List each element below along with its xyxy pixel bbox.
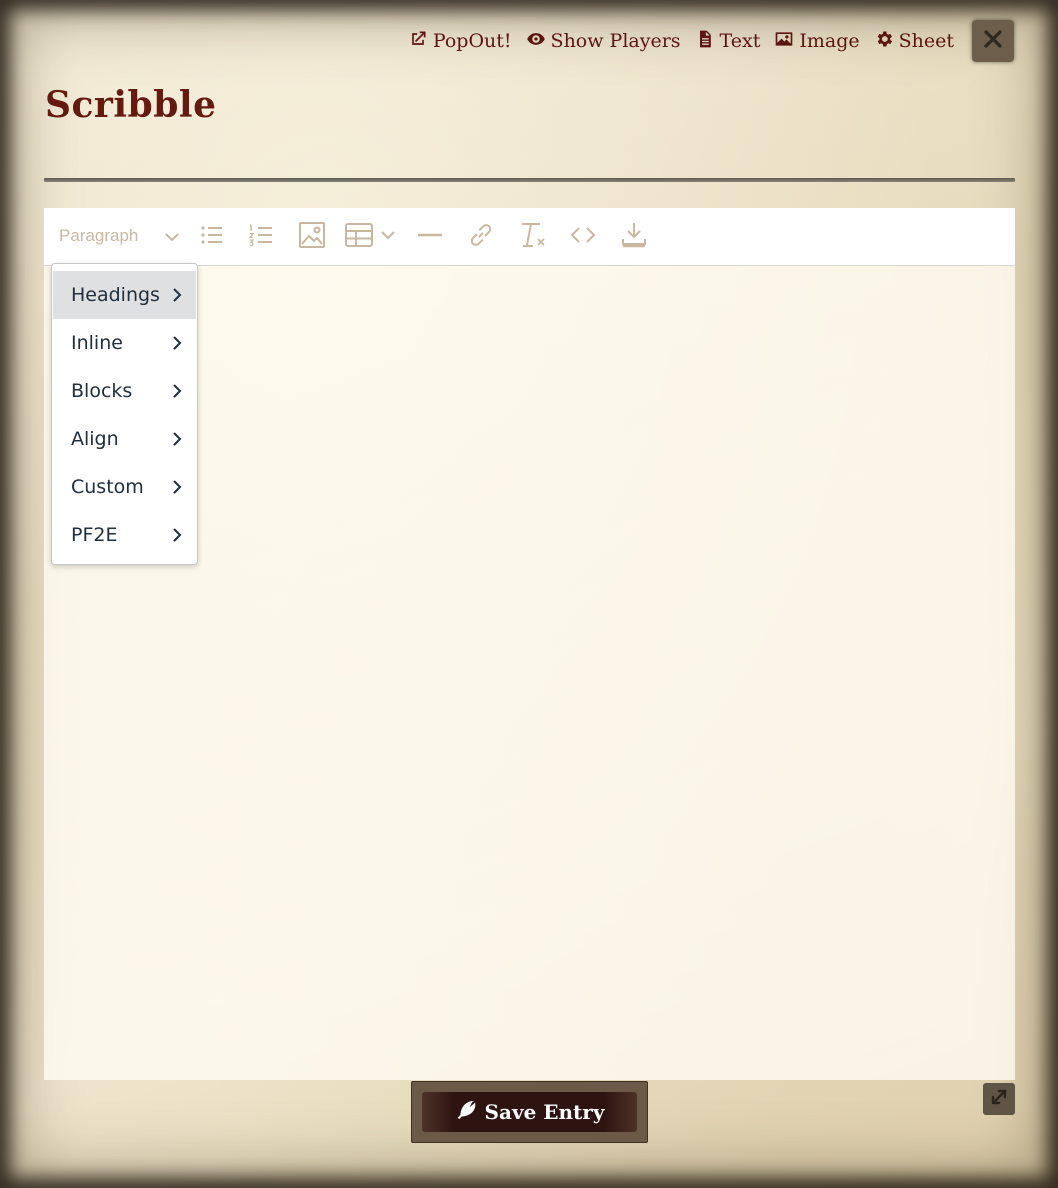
menu-item-label: PF2E xyxy=(71,524,118,546)
menu-item-label: Inline xyxy=(71,332,123,354)
show-players-button[interactable]: Show Players xyxy=(526,29,681,54)
window-title: Scribble xyxy=(45,84,217,126)
window-header-controls: PopOut! Show Players Text Image Sheet xyxy=(408,22,954,60)
editor-toolbar: Paragraph xyxy=(44,208,1015,266)
horizontal-rule-button[interactable] xyxy=(416,222,444,252)
menu-item-inline[interactable]: Inline xyxy=(53,319,196,367)
numbered-list-icon xyxy=(247,221,275,253)
chevron-right-icon xyxy=(170,286,184,304)
block-format-value: Paragraph xyxy=(59,226,139,245)
menu-item-align[interactable]: Align xyxy=(53,415,196,463)
menu-item-label: Headings xyxy=(71,284,160,306)
sheet-label: Sheet xyxy=(898,30,954,52)
block-format-select[interactable]: Paragraph xyxy=(44,208,190,265)
text-mode-label: Text xyxy=(719,30,761,52)
document-icon xyxy=(695,29,715,54)
chevron-right-icon xyxy=(170,526,184,544)
popout-button[interactable]: PopOut! xyxy=(408,29,512,54)
menu-item-label: Custom xyxy=(71,476,144,498)
menu-item-label: Blocks xyxy=(71,380,133,402)
close-icon xyxy=(983,29,1003,53)
chevron-right-icon xyxy=(170,382,184,400)
chevron-right-icon xyxy=(170,478,184,496)
menu-item-custom[interactable]: Custom xyxy=(53,463,196,511)
journal-window: PopOut! Show Players Text Image Sheet Sc… xyxy=(0,0,1058,1188)
numbered-list-button[interactable] xyxy=(247,222,275,252)
clear-formatting-button[interactable] xyxy=(518,222,548,252)
external-link-icon xyxy=(408,29,428,54)
feather-icon xyxy=(455,1099,477,1126)
text-mode-button[interactable]: Text xyxy=(695,29,761,54)
resize-icon xyxy=(989,1087,1009,1111)
save-download-button[interactable] xyxy=(619,222,649,252)
menu-item-headings[interactable]: Headings xyxy=(53,271,196,319)
menu-item-label: Align xyxy=(71,428,119,450)
image-mode-label: Image xyxy=(799,30,860,52)
chevron-right-icon xyxy=(170,334,184,352)
source-code-button[interactable] xyxy=(568,222,598,252)
save-download-icon xyxy=(619,220,649,254)
link-button[interactable] xyxy=(466,222,496,252)
eye-icon xyxy=(526,29,546,54)
popout-label: PopOut! xyxy=(432,30,512,52)
chevron-down-icon xyxy=(163,228,181,246)
chevron-right-icon xyxy=(170,430,184,448)
table-icon xyxy=(344,220,400,254)
format-menu: Headings Inline Blocks Align Custom PF2E xyxy=(51,263,198,565)
table-button[interactable] xyxy=(344,222,400,252)
bullet-list-button[interactable] xyxy=(198,222,226,252)
insert-image-button[interactable] xyxy=(297,222,327,252)
window-resize-handle[interactable] xyxy=(983,1083,1015,1115)
bullet-list-icon xyxy=(198,221,226,253)
show-players-label: Show Players xyxy=(550,30,681,52)
link-icon xyxy=(466,220,496,254)
save-entry-label: Save Entry xyxy=(484,1100,605,1124)
close-button[interactable] xyxy=(972,20,1014,62)
save-button-content: Save Entry xyxy=(455,1099,605,1126)
image-icon xyxy=(774,29,794,54)
gear-icon xyxy=(874,29,894,54)
image-mode-button[interactable]: Image xyxy=(774,29,860,54)
source-code-icon xyxy=(568,220,598,254)
insert-image-icon xyxy=(297,220,327,254)
menu-item-pf2e[interactable]: PF2E xyxy=(53,511,196,559)
title-divider xyxy=(44,178,1015,182)
save-entry-button[interactable]: Save Entry xyxy=(411,1081,648,1143)
menu-item-blocks[interactable]: Blocks xyxy=(53,367,196,415)
clear-formatting-icon xyxy=(518,220,548,254)
sheet-button[interactable]: Sheet xyxy=(874,29,954,54)
horizontal-rule-icon xyxy=(416,221,444,253)
